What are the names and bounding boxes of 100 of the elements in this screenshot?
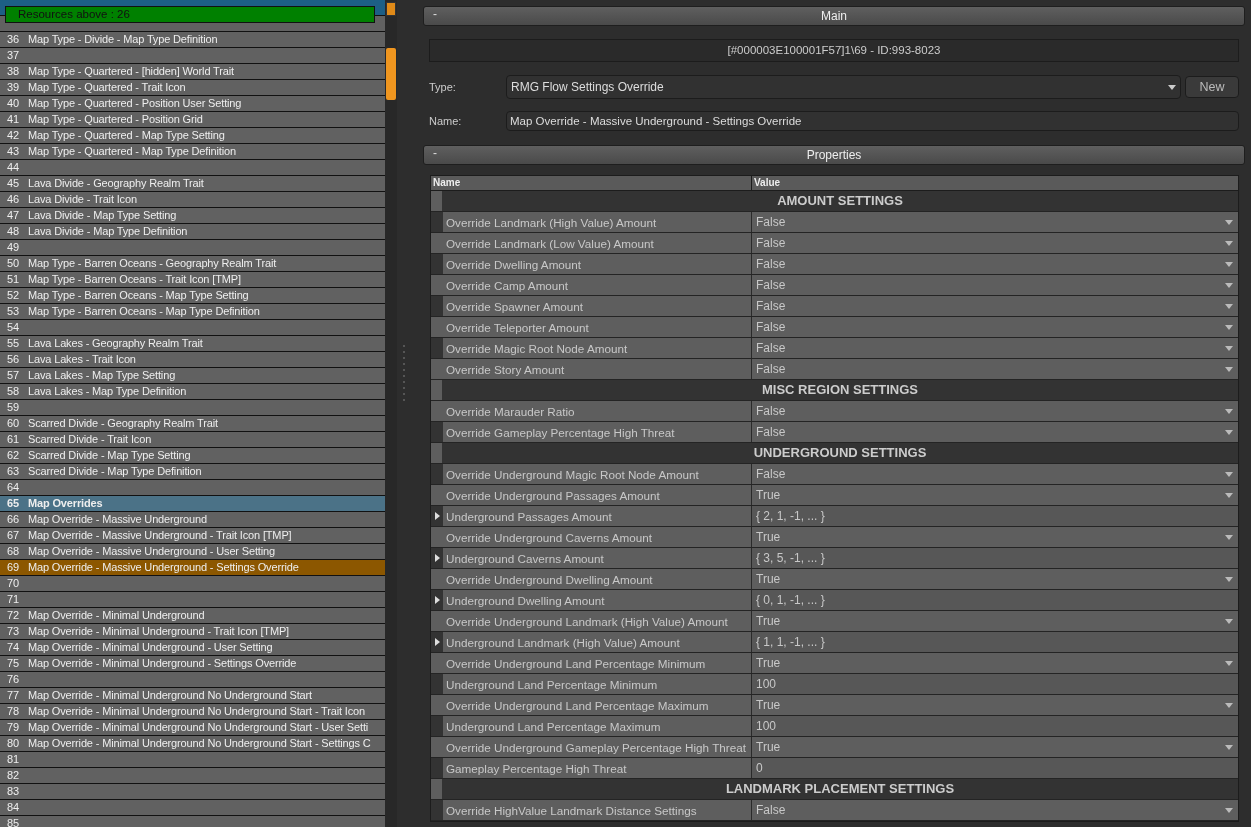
resource-list-item[interactable]: 41 Map Type - Quartered - Position Grid [0,112,385,128]
new-button[interactable]: New [1185,76,1239,98]
property-name-cell: Override Landmark (Low Value) Amount [431,233,752,253]
resource-list-item[interactable]: 45 Lava Divide - Geography Realm Trait [0,176,385,192]
resource-list-item[interactable]: 54 [0,320,385,336]
splitter-grip-icon[interactable] [401,343,406,404]
expand-arrow-icon[interactable] [435,554,440,562]
scroll-bar[interactable] [385,0,397,827]
resource-list-item[interactable]: 68 Map Override - Massive Underground - User Setting [0,544,385,560]
resource-list-item[interactable]: 83 [0,784,385,800]
resource-list-item[interactable]: 80 Map Override - Minimal Underground No Underground Start - Settings C [0,736,385,752]
resource-list-item[interactable]: 77 Map Override - Minimal Underground No Underground Start [0,688,385,704]
expand-arrow-icon[interactable] [435,596,440,604]
resource-list-item[interactable]: 71 [0,592,385,608]
resource-list-item[interactable]: 72 Map Override - Minimal Underground [0,608,385,624]
value-dropdown[interactable]: False [752,401,1238,421]
resource-list-item[interactable]: 57 Lava Lakes - Map Type Setting [0,368,385,384]
resource-list-item[interactable]: 67 Map Override - Massive Underground - Trait Icon [TMP] [0,528,385,544]
value-dropdown[interactable]: False [752,254,1238,274]
resource-list-item[interactable]: 60 Scarred Divide - Geography Realm Trait [0,416,385,432]
resource-list-item[interactable]: 51 Map Type - Barren Oceans - Trait Icon [TMP] [0,272,385,288]
resource-list-item[interactable]: 63 Scarred Divide - Map Type Definition [0,464,385,480]
scroll-up-button[interactable] [386,2,396,16]
property-name-cell: Override Underground Land Percentage Minimum [431,653,752,673]
resource-list-item[interactable]: 59 [0,400,385,416]
value-cell[interactable]: { 2, 1, -1, ... } [752,506,1238,526]
value-dropdown[interactable]: False [752,464,1238,484]
value-dropdown[interactable]: False [752,212,1238,232]
value-cell[interactable]: { 0, 1, -1, ... } [752,590,1238,610]
value-dropdown[interactable]: True [752,695,1238,715]
resource-list-item[interactable]: 64 [0,480,385,496]
resource-list-item[interactable]: 55 Lava Lakes - Geography Realm Trait [0,336,385,352]
properties-section-header[interactable]: - Properties [423,145,1245,165]
expand-arrow-icon[interactable] [435,638,440,646]
resource-list-item[interactable]: 39 Map Type - Quartered - Trait Icon [0,80,385,96]
value-dropdown[interactable]: False [752,359,1238,379]
value-dropdown[interactable]: False [752,800,1238,820]
resource-list-item[interactable]: 79 Map Override - Minimal Underground No Underground Start - User Setti [0,720,385,736]
value-cell[interactable]: 100 [752,674,1238,694]
value-cell[interactable]: { 3, 5, -1, ... } [752,548,1238,568]
value-dropdown[interactable]: False [752,296,1238,316]
column-header[interactable]: Name [431,176,752,190]
resource-list-item[interactable]: 81 [0,752,385,768]
resource-list-item[interactable]: 66 Map Override - Massive Underground [0,512,385,528]
value-dropdown[interactable]: False [752,275,1238,295]
resource-list-item[interactable]: 56 Lava Lakes - Trait Icon [0,352,385,368]
resource-list-item[interactable]: 61 Scarred Divide - Trait Icon [0,432,385,448]
value-dropdown[interactable]: True [752,737,1238,757]
resource-list-item[interactable]: 47 Lava Divide - Map Type Setting [0,208,385,224]
resource-list-item[interactable]: 42 Map Type - Quartered - Map Type Setting [0,128,385,144]
type-dropdown[interactable]: RMG Flow Settings Override [506,75,1181,99]
resource-list-item[interactable]: 73 Map Override - Minimal Underground - Trait Icon [TMP] [0,624,385,640]
resource-list-item[interactable]: 50 Map Type - Barren Oceans - Geography Realm Trait [0,256,385,272]
resource-list-item[interactable]: 46 Lava Divide - Trait Icon [0,192,385,208]
resource-list-item[interactable]: 53 Map Type - Barren Oceans - Map Type Definition [0,304,385,320]
dropdown-arrow-icon [1225,618,1233,624]
dropdown-arrow-icon [1225,744,1233,750]
expand-arrow-icon[interactable] [435,512,440,520]
resource-list-item[interactable]: 84 [0,800,385,816]
value-dropdown[interactable]: False [752,422,1238,442]
resource-list-item[interactable]: 43 Map Type - Quartered - Map Type Definition [0,144,385,160]
resource-list-item[interactable]: 76 [0,672,385,688]
value-cell[interactable]: 0 [752,758,1238,778]
resource-list-item[interactable]: 40 Map Type - Quartered - Position User Setting [0,96,385,112]
column-header[interactable]: Value [752,176,781,190]
resource-list-item[interactable]: 37 [0,48,385,64]
value-dropdown[interactable]: True [752,653,1238,673]
value-dropdown[interactable]: False [752,317,1238,337]
resource-list-item[interactable]: 82 [0,768,385,784]
property-name-cell: Override Magic Root Node Amount [431,338,752,358]
resource-list-item[interactable]: 44 [0,160,385,176]
value-dropdown[interactable]: True [752,485,1238,505]
resource-list-item[interactable]: 58 Lava Lakes - Map Type Definition [0,384,385,400]
resource-list-item[interactable]: 78 Map Override - Minimal Underground No Underground Start - Trait Icon [0,704,385,720]
value-dropdown[interactable]: True [752,611,1238,631]
resource-list-item[interactable]: 69 Map Override - Massive Underground - Settings Override [0,560,385,576]
section-heading: AMOUNT SETTINGS [776,192,904,210]
value-dropdown[interactable]: True [752,569,1238,589]
resource-list-item[interactable]: 36 Map Type - Divide - Map Type Definition [0,32,385,48]
value-cell[interactable]: 100 [752,716,1238,736]
resource-list-item[interactable]: 49 [0,240,385,256]
resource-list-item[interactable]: 62 Scarred Divide - Map Type Setting [0,448,385,464]
resource-list-item[interactable]: 85 [0,816,385,827]
dropdown-arrow-icon [1168,84,1176,90]
resource-list-item[interactable]: 52 Map Type - Barren Oceans - Map Type Setting [0,288,385,304]
dropdown-arrow-icon [1225,471,1233,477]
main-section-header[interactable]: - Main [423,6,1245,26]
dropdown-arrow-icon [1225,702,1233,708]
resource-list-item[interactable]: 38 Map Type - Quartered - [hidden] World Trait [0,64,385,80]
resource-list-item[interactable]: 74 Map Override - Minimal Underground - User Setting [0,640,385,656]
resource-list-item[interactable]: 48 Lava Divide - Map Type Definition [0,224,385,240]
value-cell[interactable]: { 1, 1, -1, ... } [752,632,1238,652]
value-dropdown[interactable]: True [752,527,1238,547]
value-dropdown[interactable]: False [752,338,1238,358]
resource-list-item[interactable]: 70 [0,576,385,592]
resource-list-item[interactable]: 75 Map Override - Minimal Underground - Settings Override [0,656,385,672]
name-field[interactable]: Map Override - Massive Underground - Settings Override [506,111,1239,131]
scroll-thumb[interactable] [386,48,396,100]
resource-list-item[interactable]: 65 Map Overrides [0,496,385,512]
value-dropdown[interactable]: False [752,233,1238,253]
